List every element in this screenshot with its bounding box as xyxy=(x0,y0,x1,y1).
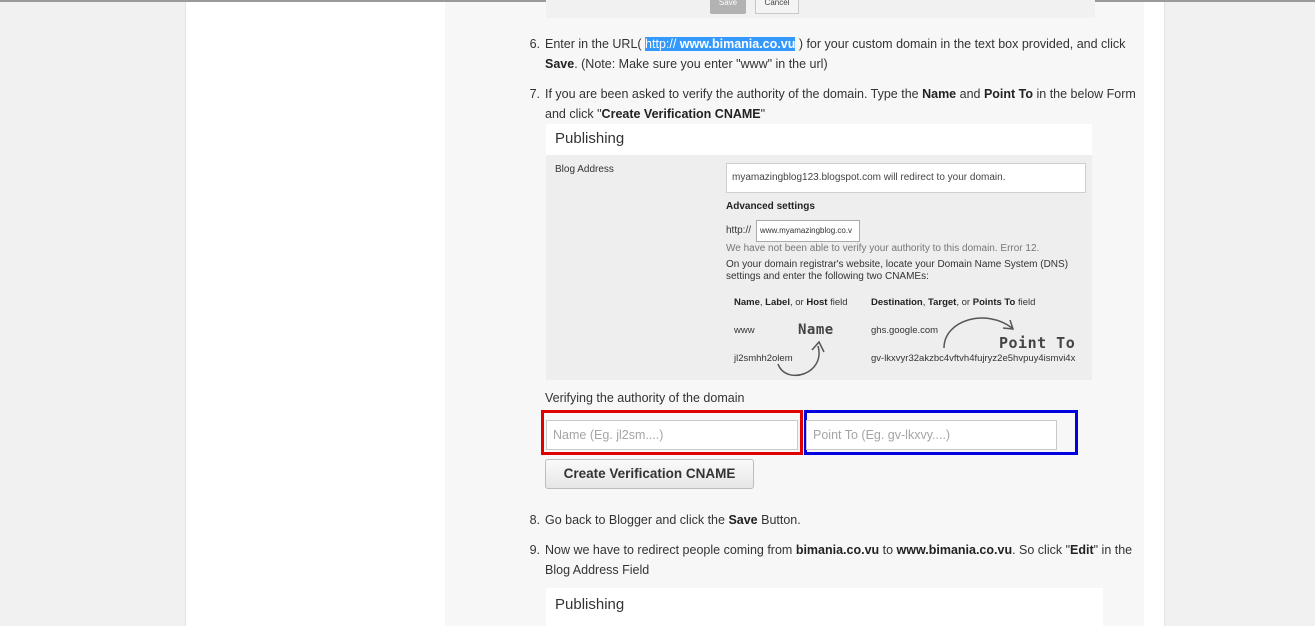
publishing-screenshot-2: Publishing xyxy=(546,588,1103,626)
publishing-screenshot: Publishing Blog Address myamazingblog123… xyxy=(546,124,1092,380)
text-run: to xyxy=(879,543,897,557)
text-run: If you are been asked to verify the auth… xyxy=(545,87,923,101)
text-run: ) for your custom domain in the text box… xyxy=(795,37,1126,51)
step-7: 7. If you are been asked to verify the a… xyxy=(520,84,1145,124)
bold-text: bimania.co.vu xyxy=(795,543,880,557)
create-verification-cname-button[interactable]: Create Verification CNAME xyxy=(545,459,754,489)
bold-text: Save xyxy=(545,57,575,71)
text-run: Go back to Blogger and click the xyxy=(545,513,729,527)
step-number: 6. xyxy=(529,37,540,51)
right-gutter xyxy=(1144,2,1164,626)
text-run: Button. xyxy=(757,513,801,527)
point-to-input[interactable] xyxy=(806,420,1057,450)
bold-text: Edit xyxy=(1070,543,1094,557)
step-number: 8. xyxy=(529,513,540,527)
text-run: . (Note: Make sure you enter "www" in th… xyxy=(574,57,828,71)
text-run: Enter in the URL( xyxy=(545,37,646,51)
bold-text: Point To xyxy=(983,87,1034,101)
bold-text: Name xyxy=(922,87,957,101)
step-8: 8. Go back to Blogger and click the Save… xyxy=(520,510,1145,530)
text-run: " xyxy=(760,107,766,121)
step-text: Enter in the URL( http:// www.bimania.co… xyxy=(545,34,1145,74)
verify-form-label: Verifying the authority of the domain xyxy=(545,391,745,405)
step-text: Go back to Blogger and click the Save Bu… xyxy=(545,510,1145,530)
highlighted-url: www.bimania.co.vu xyxy=(679,37,796,51)
step-text: Now we have to redirect people coming fr… xyxy=(545,540,1145,580)
bold-text: Create Verification CNAME xyxy=(601,107,761,121)
text-run: . So click " xyxy=(1012,543,1071,557)
screenshot-cancel-button: Cancel xyxy=(755,0,799,14)
name-input[interactable] xyxy=(546,420,798,450)
screenshot-save-button: Save xyxy=(710,0,746,14)
step-9: 9. Now we have to redirect people coming… xyxy=(520,540,1145,580)
text-run: Now we have to redirect people coming fr… xyxy=(545,543,796,557)
curved-arrow-icon xyxy=(943,317,1013,349)
text-run: and xyxy=(956,87,984,101)
top-screenshot-crop xyxy=(546,0,1095,18)
step-number: 9. xyxy=(529,543,540,557)
highlighted-url: http:// xyxy=(645,37,680,51)
step-6: 6. Enter in the URL( http:// www.bimania… xyxy=(520,34,1145,74)
sidebar xyxy=(186,2,445,626)
bold-text: www.bimania.co.vu xyxy=(896,543,1013,557)
bold-text: Save xyxy=(728,513,758,527)
step-text: If you are been asked to verify the auth… xyxy=(545,84,1145,124)
annotation-arrows xyxy=(777,317,1015,376)
step-number: 7. xyxy=(529,87,540,101)
screenshot-header: Publishing xyxy=(555,596,625,613)
curved-arrow-icon xyxy=(777,345,820,376)
